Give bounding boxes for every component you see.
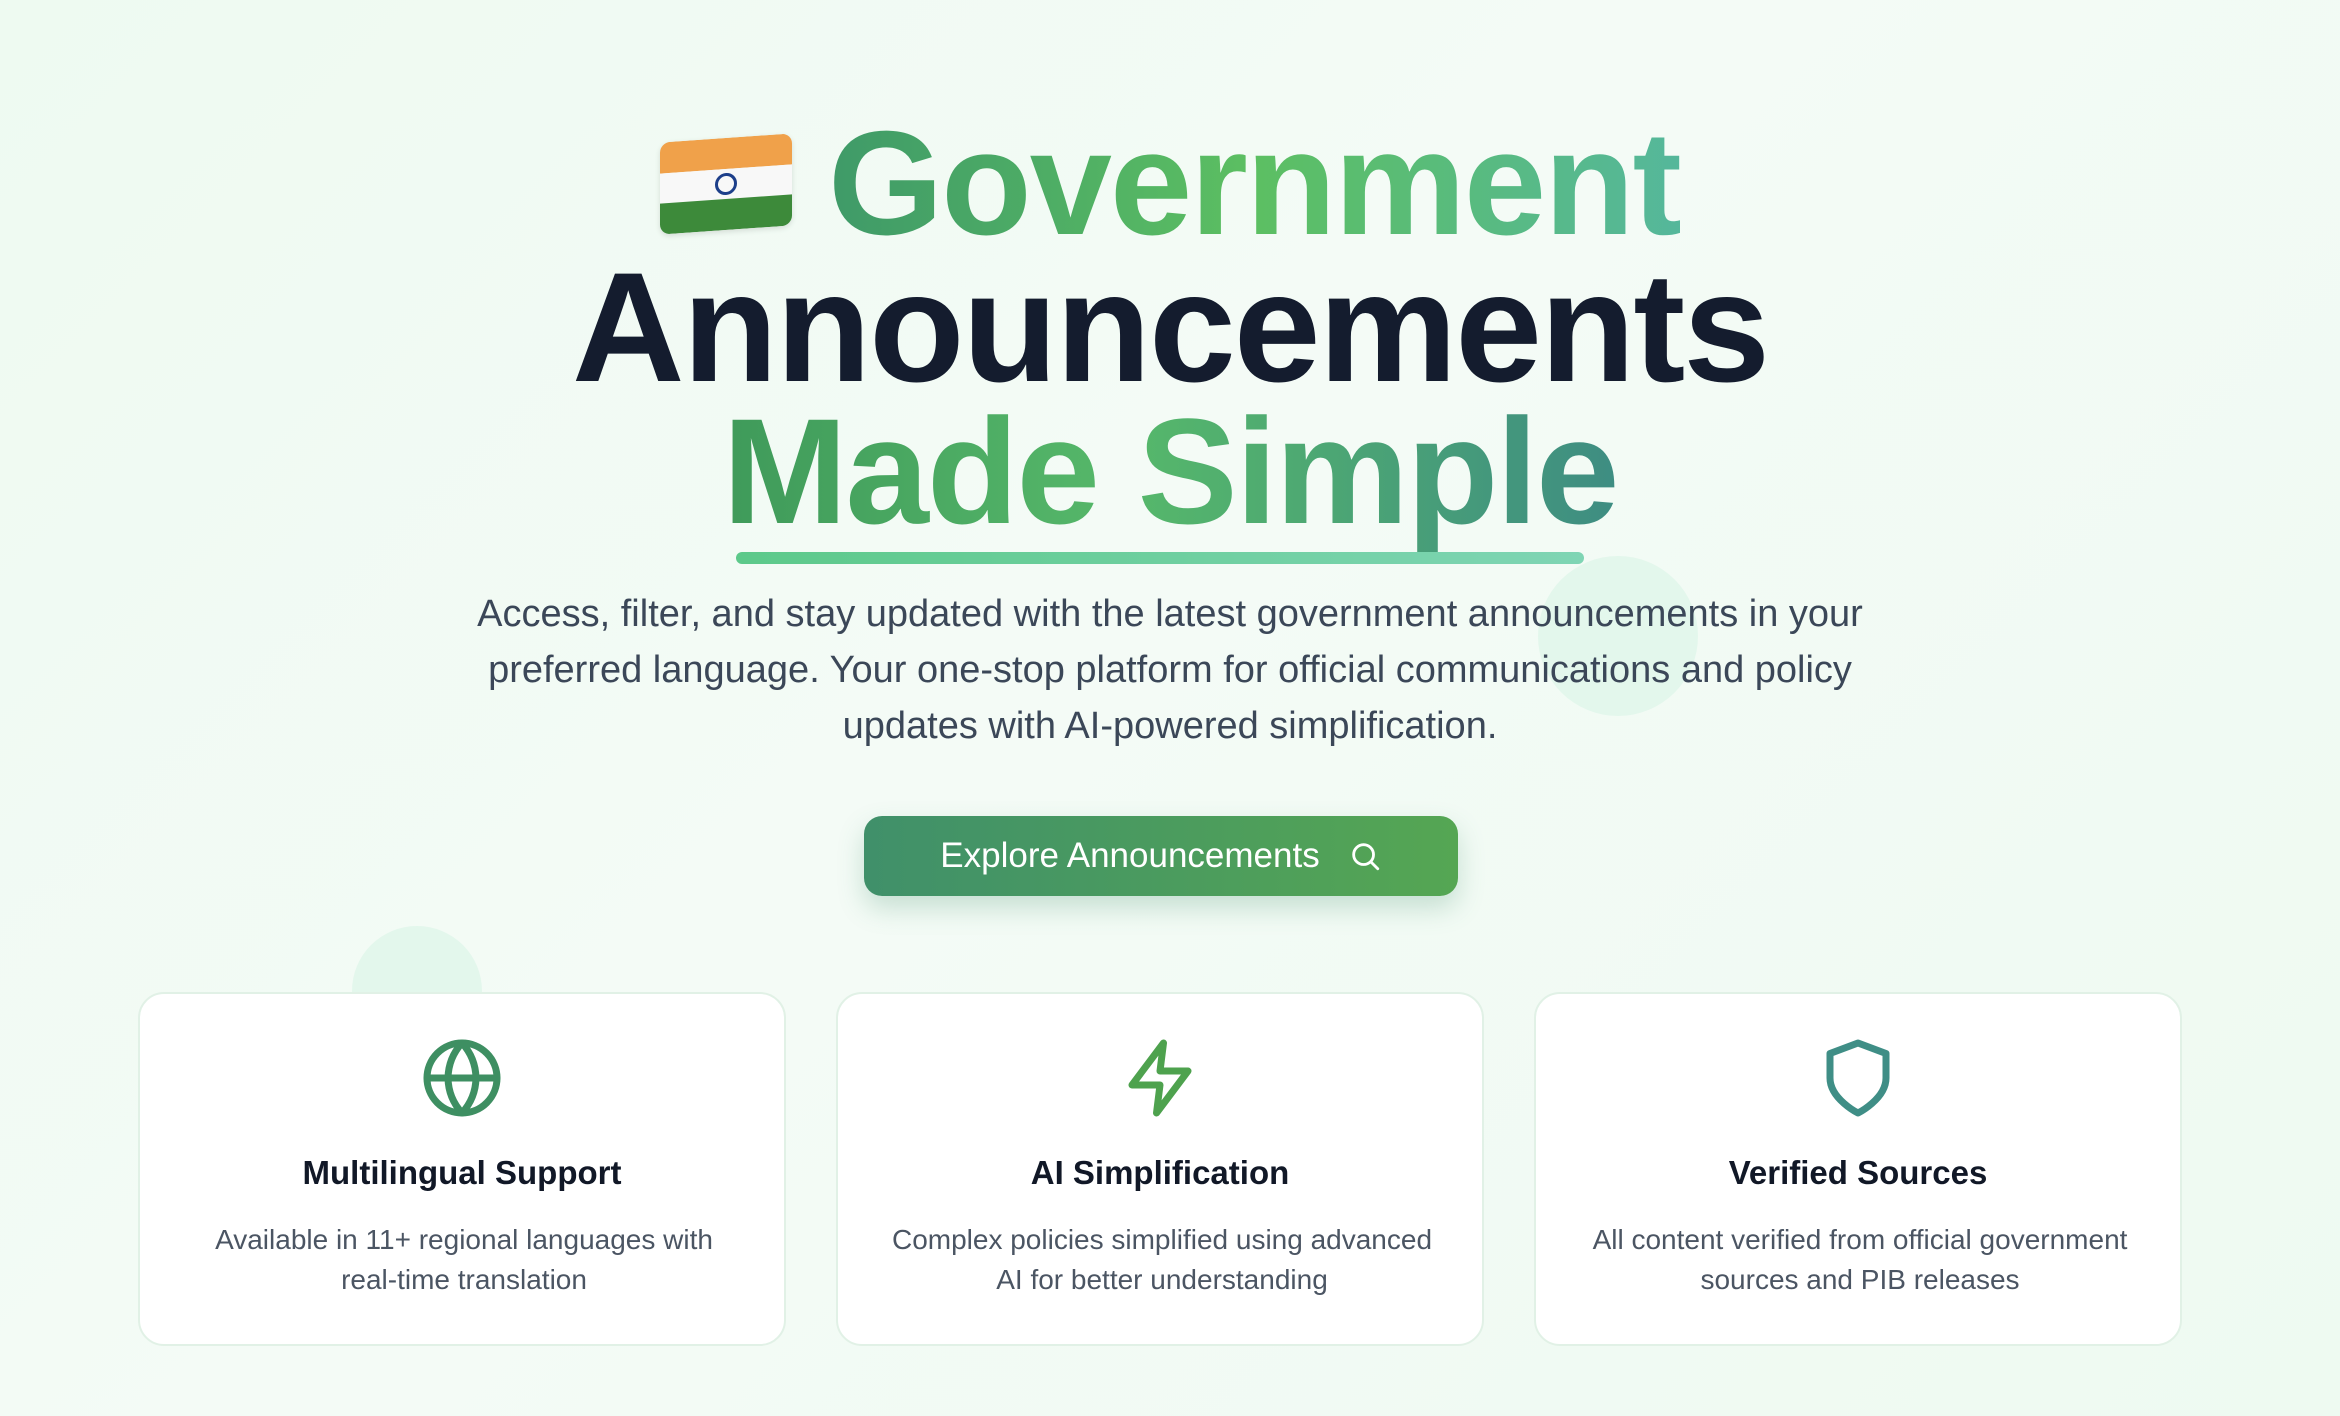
shield-icon — [1826, 1039, 1890, 1117]
title-underline — [736, 552, 1584, 564]
globe-icon — [423, 1039, 501, 1117]
feature-card-verified-sources: Verified Sources All content verified fr… — [1534, 992, 2182, 1346]
search-icon — [1351, 843, 1379, 871]
feature-card-multilingual: Multilingual Support Available in 11+ re… — [138, 992, 786, 1346]
explore-announcements-label: Explore Announcements — [940, 836, 1320, 875]
feature-card-ai-simplification: AI Simplification Complex policies simpl… — [836, 992, 1484, 1346]
explore-announcements-button[interactable]: Explore Announcements — [864, 816, 1458, 896]
title-made-simple: Made Simple — [0, 396, 2340, 546]
feature-title: Verified Sources — [1728, 1154, 1988, 1191]
title-made-simple-text: Made Simple — [722, 387, 1620, 555]
title-announcements: Announcements — [571, 241, 1770, 415]
feature-description: All content verified from official gover… — [1592, 1224, 2128, 1295]
feature-description: Available in 11+ regional languages with… — [215, 1224, 713, 1295]
title-government: Government — [828, 101, 1682, 266]
india-flag-icon — [660, 133, 793, 235]
lightning-icon — [1128, 1039, 1192, 1117]
hero-subtitle: Access, filter, and stay updated with th… — [477, 593, 1863, 747]
feature-title: AI Simplification — [1030, 1154, 1290, 1191]
feature-description: Complex policies simplified using advanc… — [891, 1224, 1433, 1295]
feature-title: Multilingual Support — [302, 1154, 622, 1191]
title-line-1: Government — [0, 110, 2340, 258]
